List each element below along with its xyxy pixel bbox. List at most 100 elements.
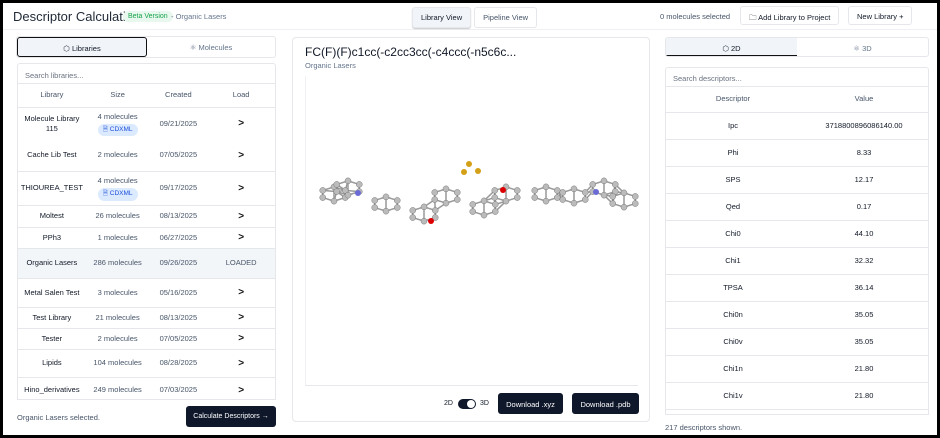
carbon-atom: [632, 193, 639, 200]
load-chevron-icon[interactable]: >: [207, 311, 275, 325]
add-library-button[interactable]: 🗀 Add Library to Project: [740, 6, 840, 25]
carbon-atom: [330, 197, 338, 205]
library-row[interactable]: Organic Lasers 286 molecules 09/26/2025 …: [18, 249, 275, 279]
load-chevron-icon[interactable]: >: [207, 332, 275, 346]
library-row[interactable]: Tester 2 molecules 07/05/2025 >: [18, 329, 275, 350]
oxygen-atom: [500, 187, 506, 193]
load-chevron-icon[interactable]: >: [207, 231, 275, 245]
library-table: Library Size Created Load Molecule Libra…: [17, 84, 276, 400]
carbon-atom: [382, 207, 390, 215]
descriptor-row: Chi0n 35.05: [666, 302, 928, 329]
tab-pipeline-view[interactable]: Pipeline View: [474, 7, 538, 28]
library-row[interactable]: Test Library 21 molecules 08/13/2025 >: [18, 308, 275, 329]
table-header: Library Size Created Load: [18, 84, 275, 108]
dimension-toggle[interactable]: [458, 399, 476, 409]
calculate-descriptors-button[interactable]: Calculate Descriptors →: [186, 406, 276, 427]
descriptor-name: Chi0: [725, 228, 741, 238]
library-row[interactable]: Cache Lib Test 2 molecules 07/05/2025 >: [18, 140, 275, 172]
carbon-atom: [570, 185, 578, 193]
tab-library-view[interactable]: Library View: [412, 7, 472, 28]
carbon-atom: [492, 208, 499, 215]
breadcrumb: - Organic Lasers: [171, 12, 227, 21]
tab-2d[interactable]: ⬡ 2D: [666, 38, 797, 56]
descriptor-row: SPS 12.17: [666, 167, 928, 194]
load-chevron-icon[interactable]: >: [207, 210, 275, 224]
library-row[interactable]: Hino_derivatives 249 molecules 07/03/202…: [18, 378, 275, 399]
library-row[interactable]: Molecule Library 115 4 molecules 🗎 CDXML …: [18, 108, 275, 140]
library-name: THIOUREA_TEST: [20, 183, 83, 193]
library-created: 09/17/2025: [159, 183, 198, 193]
tab-label: 2D: [731, 44, 741, 53]
app-window: Descriptor Calculation Beta Version - Or…: [3, 3, 937, 435]
carbon-atom: [542, 197, 550, 205]
carbon-atom: [480, 211, 488, 219]
new-library-button[interactable]: New Library +: [848, 6, 913, 25]
library-size: 21 molecules: [86, 313, 150, 323]
descriptor-row: Chi1v 21.80: [666, 383, 928, 410]
library-row[interactable]: THIOUREA_TEST 4 molecules 🗎 CDXML 09/17/2…: [18, 172, 275, 206]
library-size: 1 molecules: [86, 233, 150, 243]
carbon-atom: [442, 199, 450, 207]
col-size: Size: [110, 90, 125, 100]
carbon-atom: [371, 204, 378, 211]
library-created: 08/13/2025: [159, 211, 198, 221]
library-row[interactable]: PPh3 1 molecules 06/27/2025 >: [18, 228, 275, 249]
carbon-atom: [409, 214, 416, 221]
library-created: 09/21/2025: [159, 118, 198, 128]
carbon-atom: [394, 204, 401, 211]
beta-badge: Beta Version: [123, 11, 173, 22]
left-tabs: ⬡ Libraries ⚛ Molecules: [16, 36, 276, 58]
size-text: 104 molecules: [93, 358, 142, 368]
descriptor-value: 21.80: [854, 390, 874, 400]
library-search-input[interactable]: Search libraries...: [17, 63, 276, 84]
tab-molecules[interactable]: ⚛ Molecules: [147, 37, 275, 57]
size-text: 2 molecules: [97, 333, 138, 343]
descriptor-tabs: ⬡ 2D ⚛ 3D: [665, 37, 929, 57]
tab-libraries[interactable]: ⬡ Libraries: [17, 37, 147, 57]
load-chevron-icon[interactable]: >: [207, 357, 275, 371]
library-created: 08/28/2025: [159, 358, 198, 368]
descriptor-value: 21.80: [854, 363, 874, 373]
carbon-atom: [620, 203, 628, 211]
library-row[interactable]: Moltest 26 molecules 08/13/2025 >: [18, 206, 275, 228]
library-size: 2 molecules: [86, 150, 150, 160]
tab-3d[interactable]: ⚛ 3D: [797, 38, 928, 56]
library-row[interactable]: Lipids 104 molecules 08/28/2025 >: [18, 350, 275, 378]
download-pdb-button[interactable]: Download .pdb: [572, 393, 639, 414]
descriptor-value: 8.33: [856, 147, 872, 157]
load-chevron-icon[interactable]: >: [207, 182, 275, 196]
carbon-atom: [333, 181, 340, 188]
molecule-structure: [319, 161, 639, 225]
col-load: Load: [232, 90, 250, 100]
download-xyz-button[interactable]: Download .xyz: [498, 393, 563, 414]
carbon-atom: [502, 197, 510, 205]
descriptor-row: Chi0 44.10: [666, 221, 928, 248]
col-created: Created: [165, 90, 192, 100]
descriptor-search-input[interactable]: Search descriptors...: [665, 67, 929, 87]
carbon-atom: [542, 183, 550, 191]
library-size: 104 molecules: [86, 358, 150, 368]
library-row[interactable]: Metal Salen Test 3 molecules 05/16/2025 …: [18, 279, 275, 308]
carbon-atom: [454, 196, 461, 203]
library-name: Tester: [41, 333, 63, 343]
carbon-atom: [333, 188, 340, 195]
carbon-atom: [514, 187, 521, 194]
descriptor-row: Chi1n 21.80: [666, 356, 928, 383]
load-chevron-icon[interactable]: >: [207, 117, 275, 131]
library-size: 4 molecules 🗎 CDXML: [86, 112, 150, 137]
carbon-atom: [344, 191, 352, 199]
carbon-atom: [582, 196, 589, 203]
load-chevron-icon[interactable]: >: [207, 384, 275, 398]
carbon-atom: [570, 199, 578, 207]
library-label: Organic Lasers: [305, 61, 356, 70]
fluorine-atom: [475, 168, 481, 174]
load-chevron-icon[interactable]: >: [207, 149, 275, 163]
header: Descriptor Calculation Beta Version - Or…: [3, 3, 937, 30]
carbon-atom: [432, 207, 439, 214]
library-name: Molecule Library 115: [24, 113, 80, 133]
molecule-3d-canvas[interactable]: [305, 76, 639, 386]
carbon-atom: [344, 177, 352, 185]
carbon-atom: [319, 194, 326, 201]
carbon-atom: [492, 201, 499, 208]
load-chevron-icon[interactable]: >: [207, 286, 275, 300]
